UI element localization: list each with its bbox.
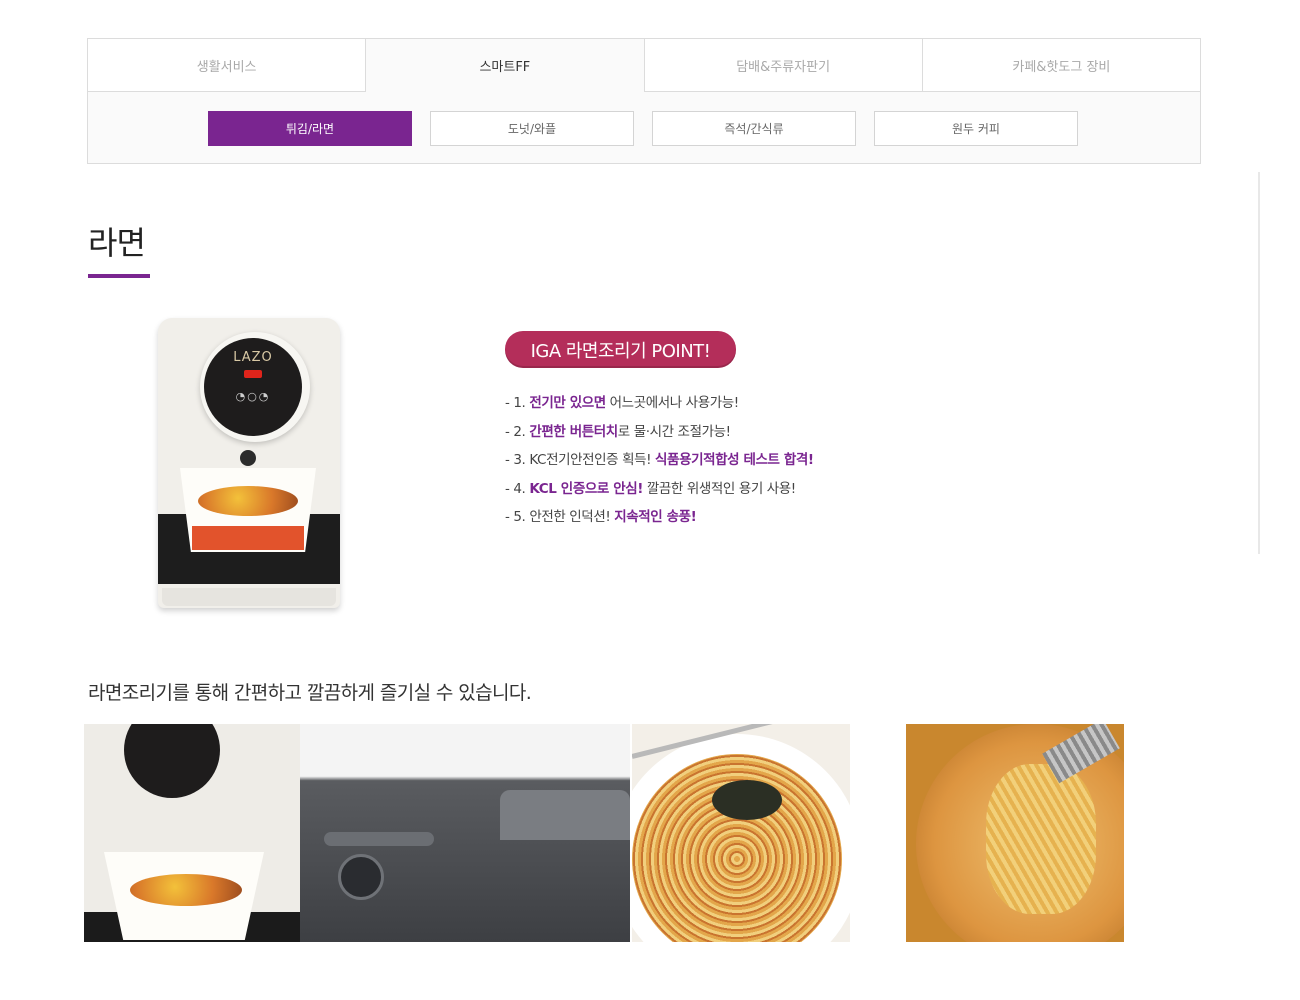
feature-highlight: 간편한 버튼터치	[529, 423, 618, 440]
control-knob	[338, 854, 384, 900]
feature-item: - 1. 전기만 있으면 어느곳에서나 사용가능!	[505, 392, 814, 421]
feature-highlight: 지속적인 송풍!	[614, 509, 697, 526]
feature-highlight: 식품용기적합성 테스트 합격!	[655, 452, 814, 469]
feature-text: - 3. KC전기안전인증 획득!	[505, 452, 656, 469]
ramen-food	[130, 874, 242, 906]
subtab-instant-snack[interactable]: 즉석/간식류	[652, 111, 856, 146]
ramen-food	[198, 486, 298, 516]
subtab-bean-coffee[interactable]: 원두 커피	[874, 111, 1078, 146]
feature-item: - 2. 간편한 버튼터치로 물·시간 조절가능!	[505, 421, 814, 450]
feature-text: 어느곳에서나 사용가능!	[605, 395, 740, 411]
ramen-cooker-product-image: LAZO ◔○◔	[158, 318, 342, 618]
tab-living-service[interactable]: 생활서비스	[88, 39, 367, 92]
feature-text: 깔끔한 위생적인 용기 사용!	[643, 480, 796, 497]
gallery-image-cooker-closeup	[84, 724, 300, 942]
feature-text: 로 물·시간 조절가능!	[617, 423, 731, 440]
water-nozzle	[240, 450, 256, 466]
tab-smart-ff[interactable]: 스마트FF	[366, 39, 645, 92]
touch-buttons: ◔○◔	[235, 390, 271, 403]
title-underline	[88, 274, 150, 278]
machine-lid	[500, 790, 630, 840]
seaweed-topping	[712, 780, 782, 820]
main-tab-bar: 생활서비스 스마트FF 담배&주류자판기 카페&핫도그 장비	[88, 39, 1200, 92]
led-display	[244, 370, 262, 378]
feature-text: - 4.	[505, 480, 530, 497]
gallery-caption: 라면조리기를 통해 간편하고 깔끔하게 즐기실 수 있습니다.	[88, 682, 532, 704]
feature-item: - 4. KCL 인증으로 안심! 깔끔한 위생적인 용기 사용!	[505, 478, 814, 507]
control-dial: LAZO ◔○◔	[204, 338, 302, 436]
device-brand-label: LAZO	[233, 350, 273, 365]
category-tabs: 생활서비스 스마트FF 담배&주류자판기 카페&핫도그 장비 튀김/라면 도넛/…	[87, 38, 1201, 164]
control-dial	[124, 724, 220, 798]
container-label	[192, 526, 304, 550]
feature-item: - 5. 안전한 인덕션! 지속적인 송풍!	[505, 506, 814, 535]
feature-text: - 1.	[505, 395, 530, 411]
feature-item: - 3. KC전기안전인증 획득! 식품용기적합성 테스트 합격!	[505, 449, 814, 478]
subtab-donut-waffle[interactable]: 도넛/와플	[430, 111, 634, 146]
tab-tobacco-liquor-vending[interactable]: 담배&주류자판기	[644, 39, 923, 92]
machine-foot	[162, 588, 336, 606]
button-row	[324, 832, 434, 846]
gallery-image-ramen-bowl	[632, 724, 850, 942]
sub-tab-bar: 튀김/라면 도넛/와플 즉석/간식류 원두 커피	[208, 111, 1078, 146]
page-title: 라면	[88, 224, 146, 262]
point-badge: IGA 라면조리기 POINT!	[505, 331, 736, 368]
feature-text: - 5. 안전한 인덕션!	[505, 509, 615, 526]
gallery-image-ramen-pot	[906, 724, 1124, 942]
subtab-fry-ramen[interactable]: 튀김/라면	[208, 111, 412, 146]
feature-list: - 1. 전기만 있으면 어느곳에서나 사용가능! - 2. 간편한 버튼터치로…	[505, 392, 814, 535]
feature-text: - 2.	[505, 423, 530, 440]
scrollbar[interactable]	[1258, 172, 1260, 554]
gallery-image-cooker-top	[300, 724, 630, 942]
feature-highlight: 전기만 있으면	[529, 395, 606, 411]
tab-cafe-hotdog-equipment[interactable]: 카페&핫도그 장비	[922, 39, 1200, 92]
noodles	[986, 764, 1096, 914]
feature-highlight: KCL 인증으로 안심!	[529, 480, 643, 497]
